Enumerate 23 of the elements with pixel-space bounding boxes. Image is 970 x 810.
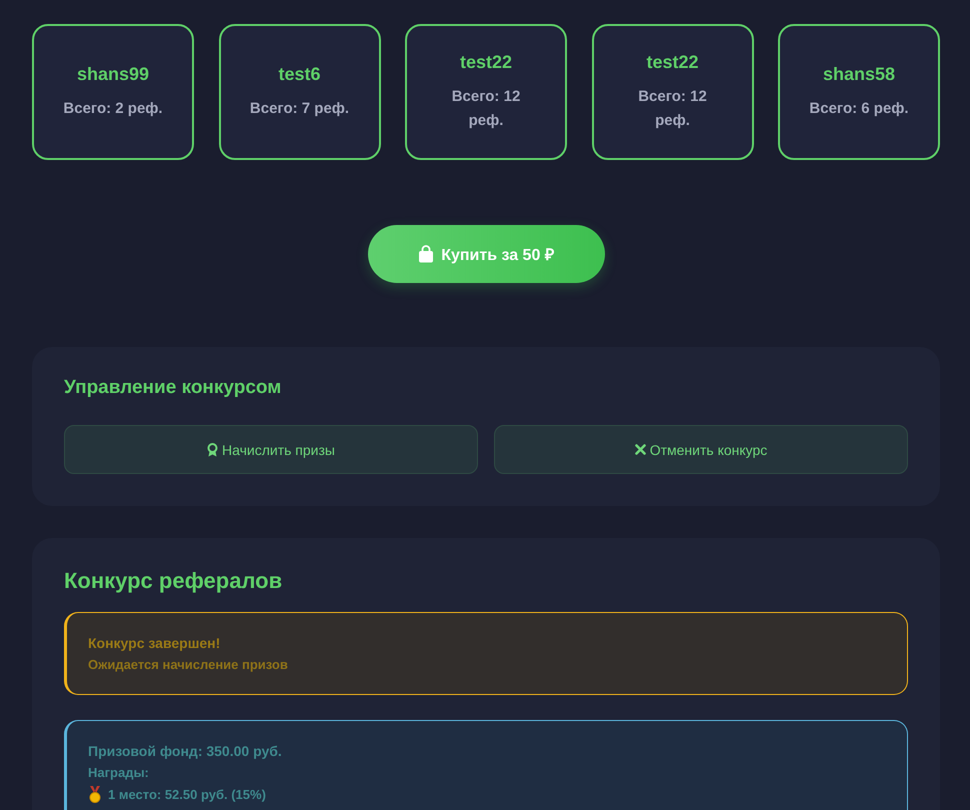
referrer-name: test22 (646, 52, 699, 72)
referral-total: Всего: 2 реф. (63, 98, 163, 118)
referral-total: Всего: 12 реф. (450, 86, 522, 130)
award-prizes-button[interactable]: Начислить призы (64, 425, 478, 474)
referrer-name: shans58 (822, 64, 896, 84)
prize-pool-title: Призовой фонд: 350.00 руб. (88, 743, 283, 759)
referrer-name: test22 (460, 52, 512, 72)
close-icon (634, 444, 646, 455)
referral-total: Всего: 7 реф. (250, 98, 350, 118)
award-icon (207, 442, 218, 456)
medal-icon (88, 786, 102, 803)
reward-text: 1 место: 52.50 руб. (15%) (108, 787, 266, 802)
rewards-label: Награды: (88, 765, 150, 780)
referral-total: Всего: 12 реф. (637, 86, 708, 130)
alert-text: Ожидается начисление призов (88, 657, 289, 672)
cancel-contest-button[interactable]: Отменить конкурс (494, 425, 908, 474)
shopping-bag-icon (418, 245, 434, 263)
panel-title: Конкурс рефералов (64, 568, 284, 594)
referral-total: Всего: 6 реф. (809, 98, 909, 118)
referrer-name: test6 (278, 64, 321, 84)
panel-title: Управление конкурсом (64, 377, 282, 399)
alert-title: Конкурс завершен! (88, 635, 222, 651)
referrer-name: shans99 (76, 64, 150, 84)
